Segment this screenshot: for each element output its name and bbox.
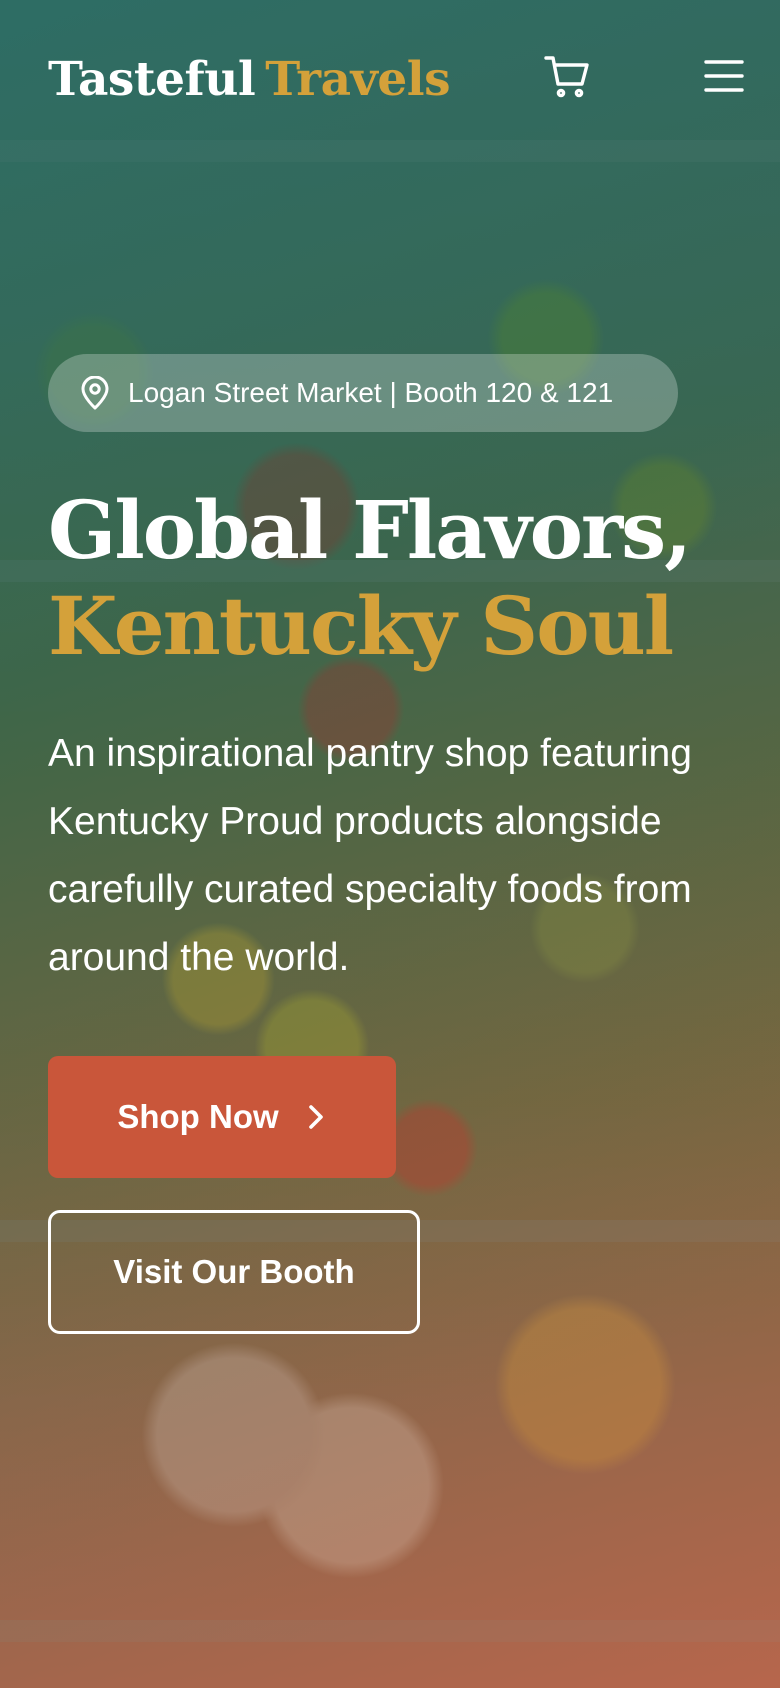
visit-booth-label: Visit Our Booth xyxy=(113,1253,355,1290)
brand-name-accent: Travels xyxy=(265,52,451,107)
headline-line-2: Kentucky Soul xyxy=(48,579,674,673)
hero-description: An inspirational pantry shop featuring K… xyxy=(48,732,692,979)
location-text: Logan Street Market | Booth 120 & 121 xyxy=(128,377,614,408)
chevron-right-icon xyxy=(308,1105,323,1129)
shop-now-label: Shop Now xyxy=(117,1098,279,1135)
map-pin-icon xyxy=(81,376,109,410)
headline-line-1: Global Flavors, xyxy=(48,483,692,577)
site-header: Tasteful Travels xyxy=(0,0,780,160)
hero-headline: Global Flavors, Kentucky Soul xyxy=(48,482,692,674)
brand-name-primary: Tasteful xyxy=(48,52,256,107)
hamburger-menu-icon[interactable] xyxy=(704,58,744,94)
brand-logo[interactable]: Tasteful Travels xyxy=(48,52,451,107)
location-badge: Logan Street Market | Booth 120 & 121 xyxy=(48,354,678,432)
cart-icon[interactable] xyxy=(544,54,590,100)
visit-booth-button[interactable]: Visit Our Booth xyxy=(48,1210,420,1334)
hero-section: Tasteful Travels Logan Street Market | Bo… xyxy=(0,0,780,1688)
shop-now-button[interactable]: Shop Now xyxy=(48,1056,396,1178)
